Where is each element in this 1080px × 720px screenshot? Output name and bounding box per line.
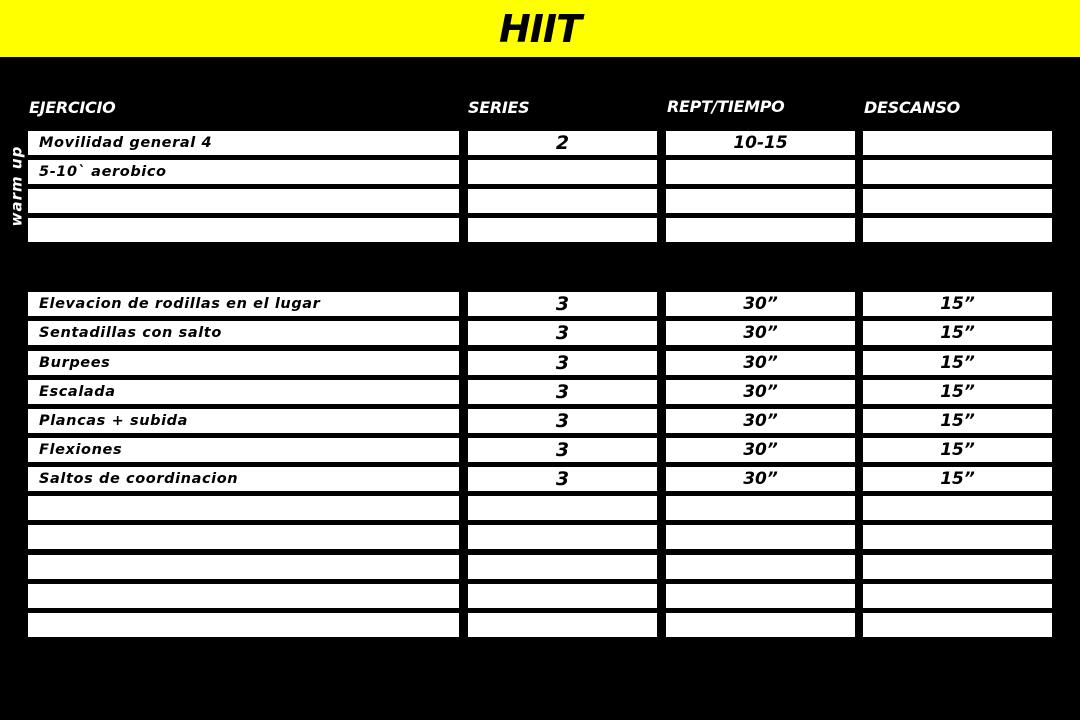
series-cell [468,525,657,549]
exercise-cell: Plancas + subida [28,409,459,433]
exercise-cell [28,189,459,213]
series-cell: 3 [468,409,657,433]
rest-cell: 15” [863,380,1052,404]
rest-cell [863,218,1052,242]
rest-cell: 15” [863,467,1052,491]
exercise-cell: Flexiones [28,438,459,462]
reps-cell [666,218,855,242]
rest-cell [863,496,1052,520]
rest-cell: 15” [863,292,1052,316]
series-cell: 3 [468,321,657,345]
reps-cell: 30” [666,321,855,345]
reps-cell: 30” [666,380,855,404]
reps-cell: 30” [666,467,855,491]
page-title: HIIT [498,6,582,51]
exercise-cell: Movilidad general 4 [28,131,459,155]
series-cell: 3 [468,292,657,316]
rest-cell [863,131,1052,155]
exercise-cell: 5-10` aerobico [28,160,459,184]
rest-cell [863,189,1052,213]
reps-cell: 10-15 [666,131,855,155]
series-cell: 3 [468,380,657,404]
series-cell [468,613,657,637]
exercise-cell: Sentadillas con salto [28,321,459,345]
reps-cell [666,584,855,608]
series-cell [468,584,657,608]
rest-cell [863,525,1052,549]
reps-cell: 30” [666,438,855,462]
exercise-cell: Burpees [28,351,459,375]
series-cell: 2 [468,131,657,155]
reps-cell [666,189,855,213]
header-series: SERIES [468,98,530,117]
exercise-cell: Saltos de coordinacion [28,467,459,491]
series-cell: 3 [468,351,657,375]
series-cell [468,218,657,242]
rest-cell: 15” [863,438,1052,462]
reps-cell: 30” [666,409,855,433]
header-repeticiones: REPT/TIEMPO [667,97,785,116]
exercise-cell [28,496,459,520]
exercise-cell: Escalada [28,380,459,404]
rest-cell [863,613,1052,637]
warmup-label-text: warm up [7,145,25,227]
reps-cell [666,555,855,579]
exercise-cell [28,218,459,242]
exercise-cell: Elevacion de rodillas en el lugar [28,292,459,316]
exercise-cell [28,584,459,608]
series-cell [468,496,657,520]
title-banner: HIIT [0,0,1080,57]
rest-cell: 15” [863,321,1052,345]
header-ejercicio: EJERCICIO [29,98,116,117]
reps-cell: 30” [666,292,855,316]
series-cell: 3 [468,438,657,462]
series-cell: 3 [468,467,657,491]
rest-cell [863,160,1052,184]
rest-cell [863,555,1052,579]
warmup-label: warm up [2,130,30,242]
reps-cell [666,160,855,184]
rest-cell [863,584,1052,608]
exercise-cell [28,613,459,637]
reps-cell [666,613,855,637]
exercise-cell [28,555,459,579]
reps-cell: 30” [666,351,855,375]
series-cell [468,555,657,579]
rest-cell: 15” [863,351,1052,375]
rest-cell: 15” [863,409,1052,433]
reps-cell [666,496,855,520]
exercise-cell [28,525,459,549]
header-descanso: DESCANSO [864,98,960,117]
series-cell [468,189,657,213]
series-cell [468,160,657,184]
reps-cell [666,525,855,549]
